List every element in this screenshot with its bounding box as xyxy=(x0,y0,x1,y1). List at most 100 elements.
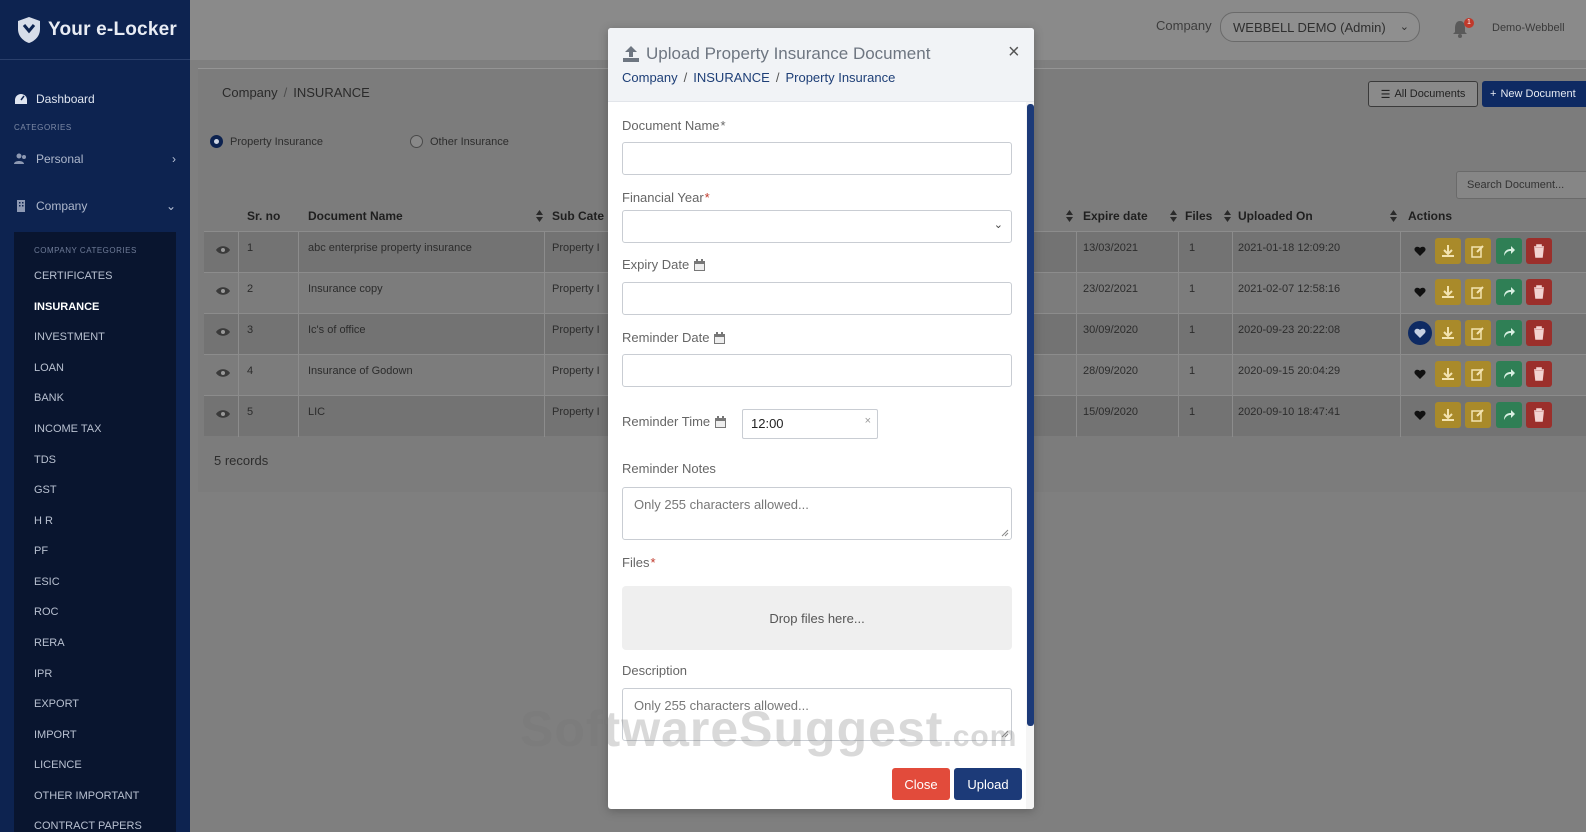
reminder-time-input[interactable]: 12:00 × xyxy=(742,409,878,439)
cell-sr: 3 xyxy=(247,324,254,336)
sort-icon[interactable] xyxy=(1390,210,1397,222)
sort-icon[interactable] xyxy=(1224,210,1231,222)
col-expire-date[interactable]: Expire date xyxy=(1083,209,1148,223)
heart-icon[interactable] xyxy=(1414,287,1426,298)
delete-button[interactable] xyxy=(1526,238,1552,264)
category-export[interactable]: EXPORT xyxy=(34,698,79,710)
category-hr[interactable]: H R xyxy=(34,515,53,527)
modal-title-text: Upload Property Insurance Document xyxy=(646,44,931,63)
delete-button[interactable] xyxy=(1526,320,1552,346)
favorite-active-button[interactable] xyxy=(1408,321,1432,345)
col-document-name[interactable]: Document Name xyxy=(308,209,403,223)
eye-icon[interactable] xyxy=(216,368,230,378)
category-investment[interactable]: INVESTMENT xyxy=(34,331,105,343)
financial-year-select[interactable]: ⌄ xyxy=(622,210,1012,243)
eye-icon[interactable] xyxy=(216,327,230,337)
new-document-button[interactable]: + New Document xyxy=(1482,81,1586,107)
trash-icon xyxy=(1534,326,1544,340)
all-documents-button[interactable]: ☰ All Documents xyxy=(1368,81,1478,107)
category-licence[interactable]: LICENCE xyxy=(34,759,82,771)
download-button[interactable] xyxy=(1435,361,1461,387)
category-rera[interactable]: RERA xyxy=(34,637,65,649)
cell-divider xyxy=(1400,355,1401,396)
category-esic[interactable]: ESIC xyxy=(34,576,60,588)
document-name-input[interactable] xyxy=(622,142,1012,175)
reminder-notes-textarea[interactable]: Only 255 characters allowed... xyxy=(622,487,1012,540)
download-button[interactable] xyxy=(1435,402,1461,428)
modal-breadcrumb-insurance[interactable]: INSURANCE xyxy=(693,70,770,85)
category-contract-papers[interactable]: CONTRACT PAPERS xyxy=(34,820,142,832)
col-sr-no[interactable]: Sr. no xyxy=(247,209,280,223)
category-import[interactable]: IMPORT xyxy=(34,729,77,741)
col-uploaded-on[interactable]: Uploaded On xyxy=(1238,209,1313,223)
download-icon xyxy=(1442,245,1454,257)
category-roc[interactable]: ROC xyxy=(34,606,58,618)
edit-button[interactable] xyxy=(1465,402,1491,428)
reminder-date-input[interactable] xyxy=(622,354,1012,387)
category-bank[interactable]: BANK xyxy=(34,392,64,404)
delete-button[interactable] xyxy=(1526,361,1552,387)
category-certificates[interactable]: CERTIFICATES xyxy=(34,270,112,282)
label-text: Reminder Notes xyxy=(622,461,716,476)
heart-icon[interactable] xyxy=(1414,369,1426,380)
edit-button[interactable] xyxy=(1465,361,1491,387)
share-button[interactable] xyxy=(1496,238,1522,264)
delete-button[interactable] xyxy=(1526,279,1552,305)
reminder-date-label: Reminder Date xyxy=(622,330,726,345)
edit-button[interactable] xyxy=(1465,238,1491,264)
sort-icon[interactable] xyxy=(536,210,543,222)
modal-scrollbar-thumb[interactable] xyxy=(1027,104,1034,726)
clear-icon[interactable]: × xyxy=(865,415,871,427)
sort-icon[interactable] xyxy=(1066,210,1073,222)
sidebar-item-personal[interactable]: Personal › xyxy=(0,152,190,166)
delete-button[interactable] xyxy=(1526,402,1552,428)
share-button[interactable] xyxy=(1496,361,1522,387)
file-dropzone[interactable]: Drop files here... xyxy=(622,586,1012,650)
col-files[interactable]: Files xyxy=(1185,209,1212,223)
category-income-tax[interactable]: INCOME TAX xyxy=(34,423,101,435)
download-button[interactable] xyxy=(1435,320,1461,346)
category-pf[interactable]: PF xyxy=(34,545,48,557)
upload-button[interactable]: Upload xyxy=(954,768,1022,800)
resize-grip-icon[interactable] xyxy=(1001,529,1009,537)
category-ipr[interactable]: IPR xyxy=(34,668,52,680)
download-button[interactable] xyxy=(1435,238,1461,264)
eye-icon[interactable] xyxy=(216,286,230,296)
company-select[interactable]: WEBBELL DEMO (Admin) ⌄ xyxy=(1220,12,1420,42)
edit-button[interactable] xyxy=(1465,279,1491,305)
category-gst[interactable]: GST xyxy=(34,484,57,496)
search-input[interactable]: Search Document... xyxy=(1456,171,1586,199)
edit-button[interactable] xyxy=(1465,320,1491,346)
heart-icon[interactable] xyxy=(1414,246,1426,257)
share-icon xyxy=(1504,246,1515,256)
files-label: Files * xyxy=(622,555,656,570)
cell-divider xyxy=(298,273,299,314)
share-button[interactable] xyxy=(1496,279,1522,305)
category-loan[interactable]: LOAN xyxy=(34,362,64,374)
download-button[interactable] xyxy=(1435,279,1461,305)
edit-icon xyxy=(1471,327,1484,340)
close-icon[interactable]: × xyxy=(1008,42,1020,62)
eye-icon[interactable] xyxy=(216,409,230,419)
share-button[interactable] xyxy=(1496,402,1522,428)
category-other-important[interactable]: OTHER IMPORTANT xyxy=(34,790,139,802)
eye-icon[interactable] xyxy=(216,245,230,255)
heart-icon[interactable] xyxy=(1414,410,1426,421)
category-insurance[interactable]: INSURANCE xyxy=(34,301,99,313)
cell-expire-date: 15/09/2020 xyxy=(1083,406,1139,418)
col-sub-category[interactable]: Sub Cate xyxy=(552,209,604,223)
user-menu[interactable]: Demo-Webbell xyxy=(1492,22,1565,34)
radio-property-insurance[interactable]: Property Insurance xyxy=(210,135,323,148)
company-categories-caption: COMPANY CATEGORIES xyxy=(34,246,137,255)
sidebar-item-company[interactable]: Company ⌄ xyxy=(0,199,190,213)
share-button[interactable] xyxy=(1496,320,1522,346)
sidebar-item-dashboard[interactable]: Dashboard xyxy=(0,92,190,106)
modal-breadcrumb-company[interactable]: Company xyxy=(622,70,678,85)
close-button[interactable]: Close xyxy=(892,768,950,800)
expiry-date-input[interactable] xyxy=(622,282,1012,315)
sort-icon[interactable] xyxy=(1170,210,1177,222)
radio-other-insurance[interactable]: Other Insurance xyxy=(410,135,509,148)
category-tds[interactable]: TDS xyxy=(34,454,56,466)
brand[interactable]: Your e-Locker xyxy=(0,0,190,60)
breadcrumb-company[interactable]: Company xyxy=(222,85,278,100)
